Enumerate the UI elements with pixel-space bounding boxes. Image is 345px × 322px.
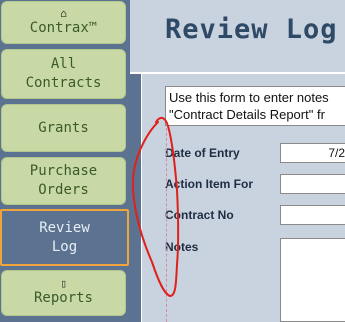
- annotation-scribble: [131, 116, 180, 297]
